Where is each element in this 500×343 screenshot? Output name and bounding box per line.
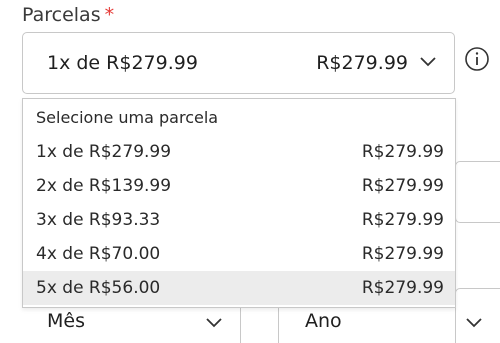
selected-installment: 1x de R$279.99 xyxy=(47,52,198,74)
selected-total: R$279.99 xyxy=(316,52,408,74)
option-total: R$279.99 xyxy=(361,176,444,196)
option-total: R$279.99 xyxy=(361,142,444,162)
dropdown-option-highlighted[interactable]: 5x de R$56.00 R$279.99 xyxy=(23,271,455,305)
dropdown-option[interactable]: 1x de R$279.99 R$279.99 xyxy=(23,135,455,169)
option-total: R$279.99 xyxy=(361,244,444,264)
chevron-down-icon xyxy=(420,57,436,67)
dropdown-header: Selecione uma parcela xyxy=(36,108,219,127)
option-installment: 3x de R$93.33 xyxy=(36,210,161,230)
chevron-down-icon xyxy=(206,318,222,328)
year-select-label: Ano xyxy=(305,310,342,332)
option-installment: 2x de R$139.99 xyxy=(36,176,172,196)
chevron-down-icon xyxy=(466,318,482,328)
option-installment: 4x de R$70.00 xyxy=(36,244,161,264)
installments-dropdown: Selecione uma parcela 1x de R$279.99 R$2… xyxy=(22,98,456,308)
dropdown-option[interactable]: 4x de R$70.00 R$279.99 xyxy=(23,237,455,271)
info-icon[interactable] xyxy=(464,46,490,72)
installments-label-text: Parcelas xyxy=(22,4,101,26)
option-total: R$279.99 xyxy=(361,210,444,230)
option-installment: 5x de R$56.00 xyxy=(36,278,161,298)
background-field xyxy=(455,161,500,223)
option-total: R$279.99 xyxy=(361,278,444,298)
dropdown-option[interactable]: 3x de R$93.33 R$279.99 xyxy=(23,203,455,237)
option-installment: 1x de R$279.99 xyxy=(36,142,172,162)
payment-form: Parcelas * 1x de R$279.99 R$279.99 Mês An… xyxy=(0,0,500,343)
installments-select[interactable]: 1x de R$279.99 R$279.99 xyxy=(22,32,455,94)
dropdown-option[interactable]: 2x de R$139.99 R$279.99 xyxy=(23,169,455,203)
month-select-label: Mês xyxy=(47,310,85,332)
installments-label: Parcelas * xyxy=(22,4,114,26)
required-mark: * xyxy=(104,4,115,26)
